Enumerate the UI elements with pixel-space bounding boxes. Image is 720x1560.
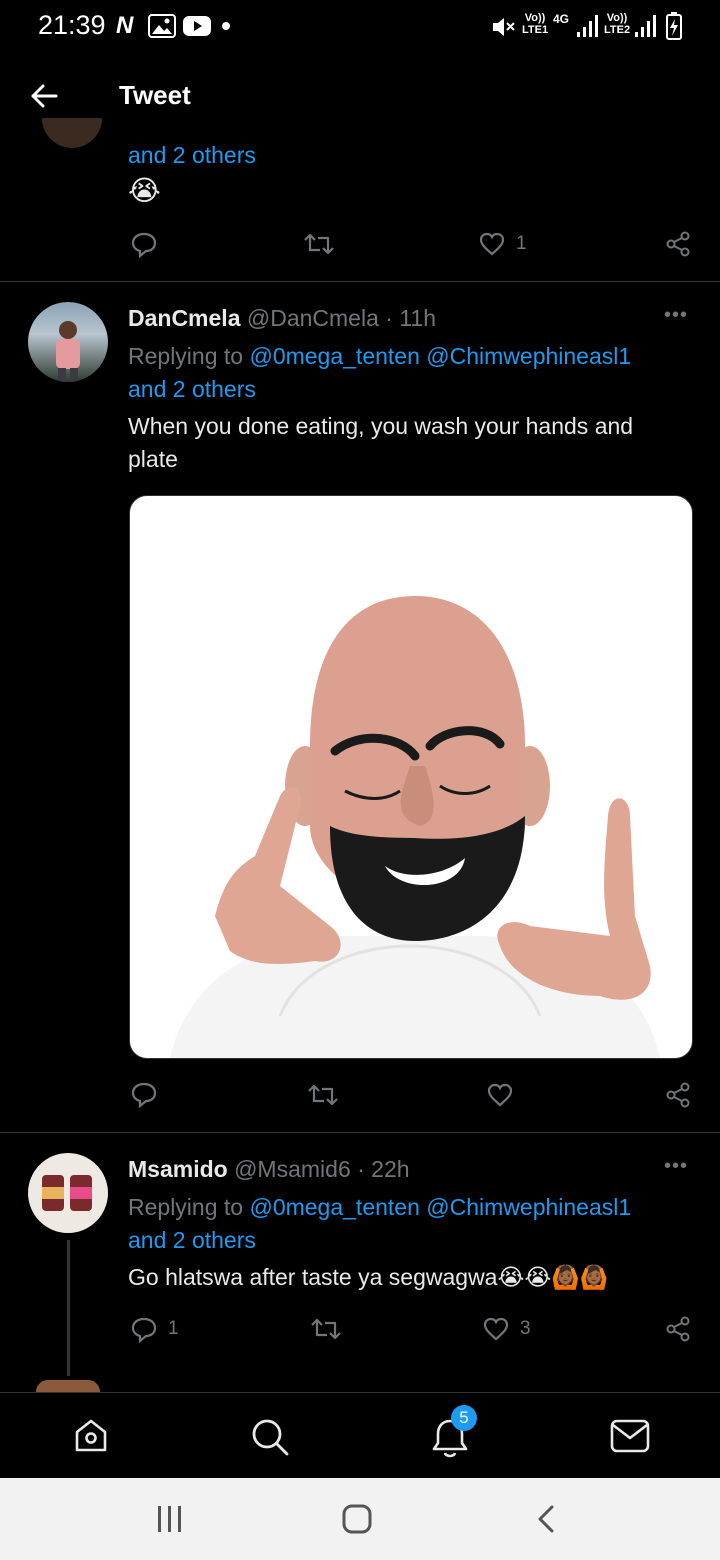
heart-icon xyxy=(487,1083,513,1107)
reply-button[interactable]: 1 xyxy=(130,1315,179,1343)
retweet-button[interactable] xyxy=(307,1081,339,1109)
system-nav-bar xyxy=(0,1478,720,1560)
reply-count: 1 xyxy=(168,1318,179,1339)
home-icon[interactable] xyxy=(72,1417,110,1455)
reply-button[interactable] xyxy=(130,230,158,258)
like-button[interactable]: 3 xyxy=(482,1315,531,1343)
like-button[interactable]: 1 xyxy=(478,230,527,258)
reply-icon xyxy=(131,1082,157,1108)
tweet-media-image[interactable] xyxy=(129,495,693,1059)
avatar[interactable] xyxy=(28,1153,108,1233)
reply-icon xyxy=(131,232,157,258)
share-icon xyxy=(666,1082,690,1108)
lte2-label: Vo)) LTE2 xyxy=(604,12,631,36)
retweet-icon xyxy=(308,1084,338,1106)
tweet-text: 😭 xyxy=(128,175,161,206)
net-gen-label: 4G xyxy=(553,12,570,26)
author-name[interactable]: DanCmela xyxy=(128,305,240,331)
reply-button[interactable] xyxy=(130,1080,158,1108)
like-count: 1 xyxy=(516,233,527,254)
author-handle[interactable]: @DanCmela xyxy=(247,305,379,331)
more-options-icon[interactable]: ••• xyxy=(664,1155,688,1178)
recent-apps-icon[interactable] xyxy=(156,1504,184,1534)
thread-line xyxy=(67,1240,70,1376)
mail-icon[interactable] xyxy=(610,1419,650,1453)
dot-icon xyxy=(222,22,230,30)
retweet-button[interactable] xyxy=(310,1315,342,1343)
mention-others[interactable]: and 2 others xyxy=(128,373,256,406)
mute-icon xyxy=(493,18,515,36)
search-icon[interactable] xyxy=(250,1417,290,1457)
avatar[interactable] xyxy=(42,118,102,148)
tweet-time: · 22h xyxy=(357,1156,410,1182)
notifications-badge: 5 xyxy=(451,1405,477,1431)
tweet-text: When you done eating, you wash your hand… xyxy=(128,413,634,472)
avatar-jars-icon xyxy=(42,1175,92,1211)
share-button[interactable] xyxy=(664,1315,692,1343)
replying-to: Replying to @0mega_tenten @Chimwephineas… xyxy=(128,340,631,373)
mention-link[interactable]: @Chimwephineasl1 xyxy=(426,1194,631,1220)
status-bar: 21:39 N Vo)) LTE1 4G Vo)) LTE2 xyxy=(0,0,720,56)
tweet-time: · 11h xyxy=(385,305,436,331)
tweet-author: DanCmela @DanCmela · 11h xyxy=(128,302,436,335)
replying-prefix: Replying to xyxy=(128,343,244,369)
page-title: Tweet xyxy=(119,80,191,110)
mention-others[interactable]: and 2 others xyxy=(128,1224,256,1257)
youtube-icon xyxy=(183,16,211,36)
lte1-label: Vo)) LTE1 xyxy=(522,12,549,36)
signal-1-icon xyxy=(577,15,598,37)
mention-others[interactable]: and 2 others xyxy=(128,139,256,172)
replying-to: Replying to @0mega_tenten @Chimwephineas… xyxy=(128,1191,631,1224)
author-name[interactable]: Msamido xyxy=(128,1156,228,1182)
divider xyxy=(0,281,720,282)
retweet-icon xyxy=(311,1318,341,1340)
back-nav-icon[interactable] xyxy=(534,1504,558,1534)
share-button[interactable] xyxy=(664,230,692,258)
retweet-icon xyxy=(304,233,334,255)
tweet-text: Go hlatswa after taste ya segwagwa😭😭🙆🏾🙆🏾 xyxy=(128,1264,609,1290)
memoji-illustration xyxy=(170,596,660,1058)
reply-icon xyxy=(131,1317,157,1343)
back-arrow-icon[interactable] xyxy=(26,78,62,114)
divider xyxy=(0,1132,720,1133)
mention-link[interactable]: @0mega_tenten xyxy=(249,343,419,369)
replying-prefix: Replying to xyxy=(128,1194,244,1220)
share-icon xyxy=(666,1316,690,1342)
author-handle[interactable]: @Msamid6 xyxy=(234,1156,351,1182)
n-icon: N xyxy=(116,12,134,39)
mention-link[interactable]: @Chimwephineasl1 xyxy=(426,343,631,369)
avatar-person-icon xyxy=(56,321,80,382)
mention-link[interactable]: @0mega_tenten xyxy=(249,1194,419,1220)
share-icon xyxy=(666,231,690,257)
tweet-author: Msamido @Msamid6 · 22h xyxy=(128,1153,410,1186)
heart-icon xyxy=(479,232,505,256)
app-header xyxy=(0,56,720,138)
avatar[interactable] xyxy=(36,1380,100,1392)
status-time: 21:39 xyxy=(38,10,106,40)
avatar[interactable] xyxy=(28,302,108,382)
home-nav-icon[interactable] xyxy=(342,1504,372,1534)
like-button[interactable] xyxy=(486,1081,514,1109)
share-button[interactable] xyxy=(664,1081,692,1109)
bottom-nav: 5 xyxy=(0,1392,720,1479)
like-count: 3 xyxy=(520,1318,531,1339)
signal-2-icon xyxy=(635,15,656,37)
gallery-icon xyxy=(148,14,176,38)
heart-icon xyxy=(483,1317,509,1341)
more-options-icon[interactable]: ••• xyxy=(664,304,688,327)
retweet-button[interactable] xyxy=(303,230,335,258)
battery-icon xyxy=(666,12,682,40)
